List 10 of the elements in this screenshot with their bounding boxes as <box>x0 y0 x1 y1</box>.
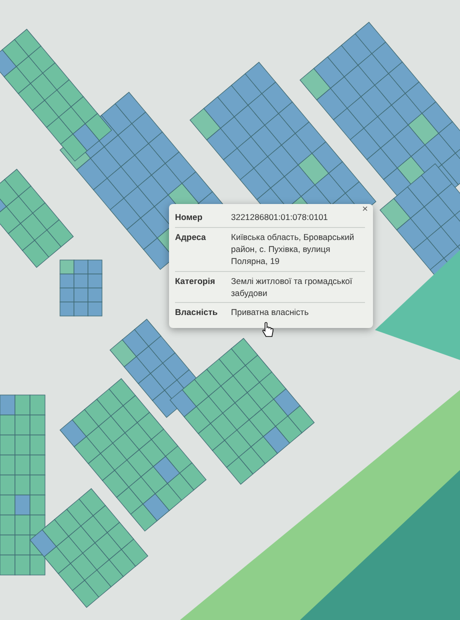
field-label: Адреса <box>175 230 207 244</box>
field-value: Приватна власність <box>231 306 310 320</box>
close-button[interactable]: × <box>360 205 370 215</box>
field-label: Категорія <box>175 274 216 288</box>
field-value: Київська область, Броварський район, с. Пухівка, вулиця Полярна, 19 <box>231 230 356 268</box>
field-label: Власність <box>175 306 219 320</box>
field-value: 3221286801:01:078:0101 <box>231 211 329 224</box>
field-value: Землі житлової та громадської забудови <box>231 274 354 300</box>
field-label: Номер <box>175 211 204 224</box>
hand-cursor-icon <box>262 322 274 338</box>
